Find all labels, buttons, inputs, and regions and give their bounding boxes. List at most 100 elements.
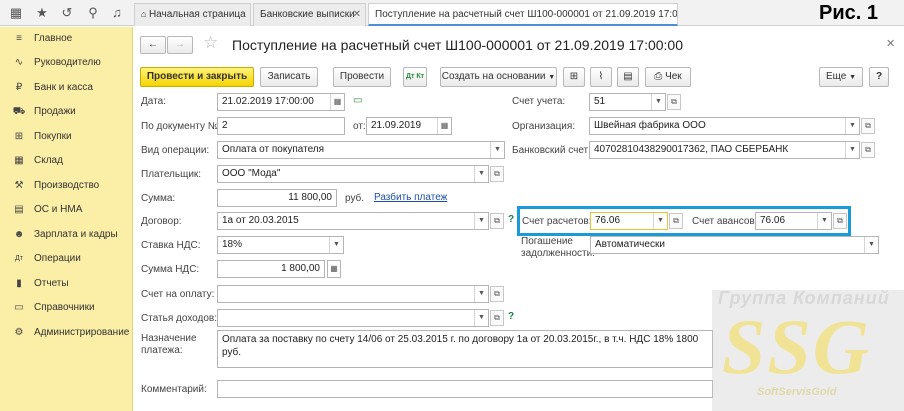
open-icon[interactable]: ⧉ bbox=[861, 118, 875, 134]
advance-account-field[interactable]: 76.06 ▼ bbox=[755, 212, 832, 230]
from-date-label: от: bbox=[353, 121, 366, 132]
star-icon[interactable]: ★ bbox=[33, 4, 51, 22]
account-field[interactable]: 51 ▼ bbox=[589, 93, 666, 111]
chevron-down-icon[interactable]: ▼ bbox=[474, 166, 488, 182]
chevron-down-icon[interactable]: ▼ bbox=[474, 310, 488, 326]
chevron-down-icon[interactable]: ▼ bbox=[817, 213, 831, 229]
chevron-down-icon[interactable]: ▼ bbox=[474, 286, 488, 302]
help-question-icon[interactable]: ? bbox=[508, 311, 514, 322]
sidebar-item-purchases[interactable]: ⊞ Покупки bbox=[0, 125, 133, 149]
doc-number-field[interactable]: 2 bbox=[217, 117, 345, 135]
chevron-down-icon[interactable]: ▼ bbox=[653, 213, 667, 229]
settlement-account-value: 76.06 bbox=[595, 215, 621, 226]
dtkt-button[interactable]: Дт Кт bbox=[403, 67, 427, 87]
close-icon[interactable]: ✕ bbox=[353, 4, 361, 25]
open-icon[interactable]: ⧉ bbox=[490, 213, 504, 229]
history-icon[interactable]: ↺ bbox=[58, 4, 76, 22]
comment-label: Комментарий: bbox=[141, 384, 207, 395]
sum-unit: руб. bbox=[345, 193, 365, 204]
calculator-icon[interactable]: ▦ bbox=[327, 260, 341, 278]
chevron-down-icon[interactable]: ▼ bbox=[329, 237, 343, 253]
debt-repayment-select[interactable]: Автоматически ▼ bbox=[590, 236, 879, 254]
settlement-account-field[interactable]: 76.06 ▼ bbox=[590, 212, 668, 230]
open-icon[interactable]: ⧉ bbox=[490, 166, 504, 182]
ruble-icon: ₽ bbox=[15, 82, 23, 93]
sidebar-item-sales[interactable]: ⛟ Продажи bbox=[0, 100, 133, 124]
purpose-textarea[interactable]: Оплата за поставку по счету 14/06 от 25.… bbox=[217, 330, 713, 368]
create-based-label: Создать на основании bbox=[441, 71, 546, 82]
open-icon[interactable]: ⧉ bbox=[669, 213, 683, 229]
split-payment-link[interactable]: Разбить платеж bbox=[374, 192, 447, 203]
sum-field[interactable]: 11 800,00 bbox=[217, 189, 337, 207]
invoice-field[interactable]: ▼ bbox=[217, 285, 489, 303]
calendar-icon[interactable]: ▦ bbox=[437, 118, 451, 134]
open-icon[interactable]: ⧉ bbox=[667, 94, 681, 110]
open-icon[interactable]: ⧉ bbox=[833, 213, 847, 229]
paperclip-icon[interactable]: ⌇ bbox=[590, 67, 612, 87]
vat-rate-select[interactable]: 18% ▼ bbox=[217, 236, 344, 254]
close-icon[interactable]: ✕ bbox=[886, 37, 895, 50]
organization-field[interactable]: Швейная фабрика ООО ▼ bbox=[589, 117, 860, 135]
sidebar-item-director[interactable]: ∿ Руководителю bbox=[0, 51, 133, 75]
search-icon[interactable]: ⚲ bbox=[84, 4, 102, 22]
sidebar-item-reports[interactable]: ▮ Отчеты bbox=[0, 272, 133, 296]
fill-date-icon[interactable]: ▭ bbox=[353, 95, 362, 106]
forward-button[interactable]: → bbox=[167, 36, 193, 54]
bell-icon[interactable]: ♫ bbox=[108, 4, 126, 22]
chevron-down-icon[interactable]: ▼ bbox=[490, 142, 504, 158]
sidebar-item-operations[interactable]: Дт Операции bbox=[0, 247, 133, 271]
tab-receipt-document[interactable]: Поступление на расчетный счет Ш100-00000… bbox=[368, 3, 678, 26]
chevron-down-icon[interactable]: ▼ bbox=[651, 94, 665, 110]
contract-field[interactable]: 1а от 20.03.2015 ▼ bbox=[217, 212, 489, 230]
comment-field[interactable] bbox=[217, 380, 713, 398]
receipt-label: Чек bbox=[665, 71, 682, 82]
print-icon[interactable]: ▤ bbox=[617, 67, 639, 87]
calendar-icon[interactable]: ▦ bbox=[330, 94, 344, 110]
operation-type-select[interactable]: Оплата от покупателя ▼ bbox=[217, 141, 505, 159]
back-button[interactable]: ← bbox=[140, 36, 166, 54]
date-value: 21.02.2019 17:00:00 bbox=[222, 96, 314, 107]
chevron-down-icon[interactable]: ▼ bbox=[864, 237, 878, 253]
post-button[interactable]: Провести bbox=[333, 67, 391, 87]
payer-value: ООО "Мода" bbox=[222, 168, 281, 179]
help-button[interactable]: ? bbox=[869, 67, 889, 87]
bank-account-field[interactable]: 40702810438290017362, ПАО СБЕРБАНК ▼ bbox=[589, 141, 860, 159]
sidebar-item-main[interactable]: ≡ Главное bbox=[0, 27, 133, 51]
assets-icon: ▤ bbox=[14, 204, 24, 215]
sidebar-item-bank[interactable]: ₽ Банк и касса bbox=[0, 76, 133, 100]
save-button[interactable]: Записать bbox=[260, 67, 318, 87]
apps-grid-icon[interactable]: ▦ bbox=[7, 4, 25, 22]
income-item-field[interactable]: ▼ bbox=[217, 309, 489, 327]
sidebar-item-production[interactable]: ⚒ Производство bbox=[0, 174, 133, 198]
sidebar-item-label: Справочники bbox=[34, 302, 95, 313]
bank-account-value: 40702810438290017362, ПАО СБЕРБАНК bbox=[594, 144, 789, 155]
account-label: Счет учета: bbox=[512, 96, 566, 107]
open-icon[interactable]: ⧉ bbox=[490, 310, 504, 326]
vat-sum-field[interactable]: 1 800,00 bbox=[217, 260, 325, 278]
from-date-field[interactable]: 21.09.2019 ▦ bbox=[366, 117, 452, 135]
sidebar-item-references[interactable]: ▭ Справочники bbox=[0, 296, 133, 320]
chevron-down-icon[interactable]: ▼ bbox=[845, 142, 859, 158]
chevron-down-icon[interactable]: ▼ bbox=[474, 213, 488, 229]
create-based-on-button[interactable]: Создать на основании ▼ bbox=[440, 67, 557, 87]
sidebar-item-label: Отчеты bbox=[34, 278, 69, 289]
help-question-icon[interactable]: ? bbox=[508, 214, 514, 225]
sidebar-item-assets[interactable]: ▤ ОС и НМА bbox=[0, 198, 133, 222]
favorite-star-icon[interactable]: ☆ bbox=[203, 33, 218, 53]
post-and-close-button[interactable]: Провести и закрыть bbox=[140, 67, 254, 87]
tab-label: Поступление на расчетный счет Ш100-00000… bbox=[375, 9, 678, 20]
payer-field[interactable]: ООО "Мода" ▼ bbox=[217, 165, 489, 183]
receipt-button[interactable]: ⎙ Чек bbox=[645, 67, 691, 87]
chevron-down-icon[interactable]: ▼ bbox=[845, 118, 859, 134]
open-icon[interactable]: ⧉ bbox=[861, 142, 875, 158]
more-button[interactable]: Еще ▼ bbox=[819, 67, 863, 87]
open-icon[interactable]: ⧉ bbox=[490, 286, 504, 302]
sidebar-item-admin[interactable]: ⚙ Администрирование bbox=[0, 321, 133, 345]
structure-icon[interactable]: ⊞ bbox=[563, 67, 585, 87]
date-field[interactable]: 21.02.2019 17:00:00 ▦ bbox=[217, 93, 345, 111]
tab-bank-statements[interactable]: Банковские выписки ✕ bbox=[253, 3, 366, 26]
tab-home[interactable]: ⌂ Начальная страница bbox=[134, 3, 251, 26]
sidebar-item-warehouse[interactable]: ▦ Склад bbox=[0, 149, 133, 173]
purpose-label-line2: платежа: bbox=[141, 345, 183, 356]
sidebar-item-salary[interactable]: ☻ Зарплата и кадры bbox=[0, 223, 133, 247]
